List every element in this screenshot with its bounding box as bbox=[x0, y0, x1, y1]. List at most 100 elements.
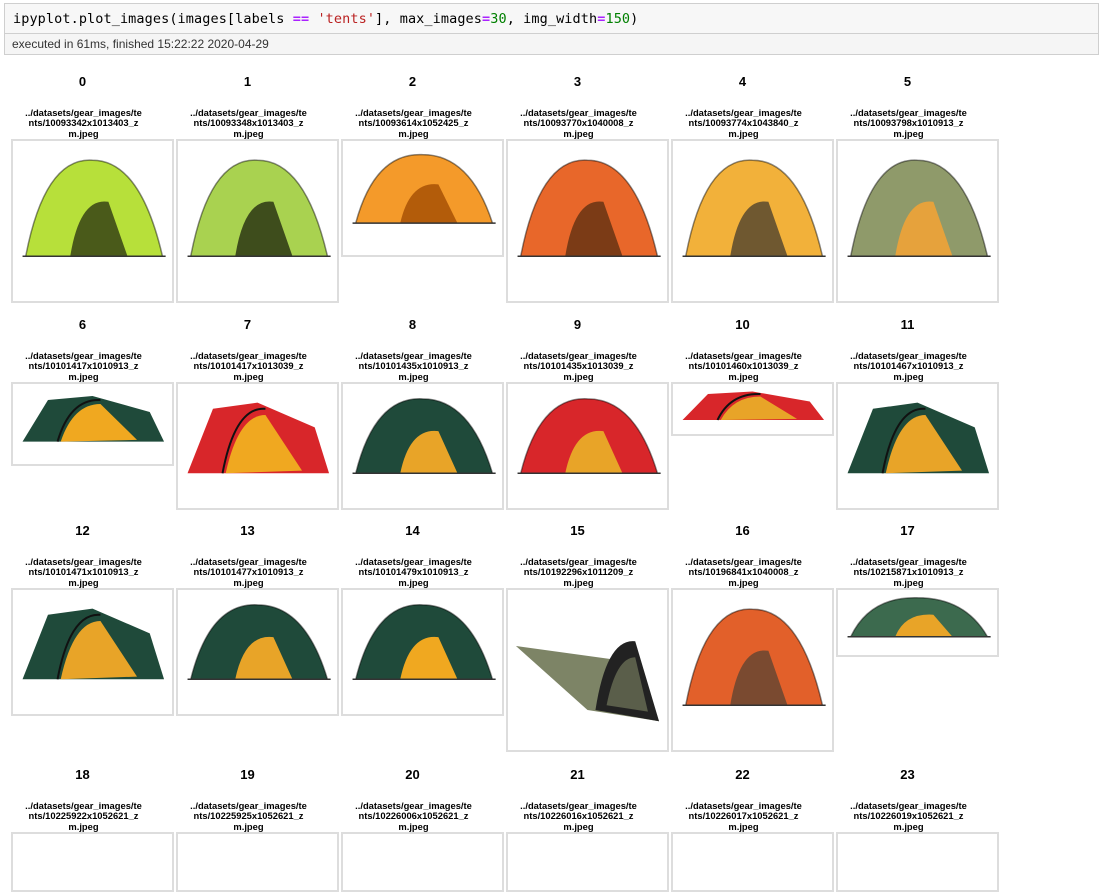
tent-photo bbox=[178, 834, 337, 890]
image-path-caption: ../datasets/gear_images/tents/10101435x1… bbox=[520, 350, 637, 382]
code-arg1: ], max_images bbox=[375, 11, 483, 27]
tent-photo bbox=[682, 608, 826, 706]
code-number-1: 30 bbox=[490, 11, 507, 27]
tent-photo bbox=[847, 597, 991, 638]
image-path-caption: ../datasets/gear_images/tents/10226016x1… bbox=[520, 800, 637, 832]
tent-photo bbox=[838, 834, 997, 890]
tent-image-red-dome bbox=[506, 382, 669, 510]
tent-photo bbox=[22, 608, 165, 680]
tent-image-green-tunnel bbox=[11, 382, 174, 466]
tent-photo bbox=[352, 604, 496, 681]
tent-photo bbox=[343, 834, 502, 890]
tent-image-orange-dome bbox=[341, 139, 504, 257]
tent-image-green-dome bbox=[176, 139, 339, 303]
image-index-label: 22 bbox=[735, 767, 750, 782]
tent-image-hidden bbox=[671, 832, 834, 892]
image-path-caption: ../datasets/gear_images/tents/10093614x1… bbox=[355, 107, 472, 139]
image-path-caption: ../datasets/gear_images/tents/10101417x1… bbox=[190, 350, 307, 382]
tent-image-yellow-dome bbox=[671, 139, 834, 303]
tent-photo bbox=[682, 159, 826, 257]
image-index-label: 2 bbox=[408, 74, 417, 89]
tent-photo bbox=[673, 834, 832, 890]
tent-image-hidden bbox=[506, 832, 669, 892]
image-path-caption: ../datasets/gear_images/tents/10101435x1… bbox=[355, 350, 472, 382]
execution-status-text: executed in 61ms, finished 15:22:22 2020… bbox=[12, 37, 269, 51]
tent-photo bbox=[22, 159, 166, 257]
image-path-caption: ../datasets/gear_images/tents/10101477x1… bbox=[190, 556, 307, 588]
tent-image-hidden bbox=[836, 832, 999, 892]
image-index-label: 6 bbox=[78, 317, 87, 332]
image-index-label: 14 bbox=[405, 523, 420, 538]
image-path-caption: ../datasets/gear_images/tents/10093798x1… bbox=[850, 107, 967, 139]
image-path-caption: ../datasets/gear_images/tents/10226019x1… bbox=[850, 800, 967, 832]
tent-image-orange-dome bbox=[671, 588, 834, 752]
tent-image-orange-dome bbox=[506, 139, 669, 303]
tent-photo bbox=[187, 159, 331, 257]
image-index-label: 18 bbox=[75, 767, 90, 782]
code-text[interactable]: ipyplot.plot_images(images[labels == 'te… bbox=[13, 11, 638, 27]
tent-photo bbox=[682, 391, 825, 421]
tent-photo bbox=[517, 398, 661, 475]
image-path-caption: ../datasets/gear_images/tents/10101471x1… bbox=[25, 556, 142, 588]
code-string: 'tents' bbox=[317, 11, 376, 27]
image-index-label: 11 bbox=[900, 317, 915, 332]
tent-photo bbox=[22, 396, 165, 442]
image-path-caption: ../datasets/gear_images/tents/10226006x1… bbox=[355, 800, 472, 832]
tent-image-green-dome bbox=[176, 588, 339, 716]
image-index-label: 20 bbox=[405, 767, 420, 782]
code-operator: == bbox=[292, 11, 310, 27]
image-path-caption: ../datasets/gear_images/tents/10101460x1… bbox=[685, 350, 802, 382]
image-index-label: 5 bbox=[903, 74, 912, 89]
image-index-label: 15 bbox=[570, 523, 585, 538]
image-index-label: 1 bbox=[243, 74, 252, 89]
tent-photo bbox=[352, 153, 496, 224]
tent-image-green-tunnel bbox=[11, 588, 174, 716]
image-path-caption: ../datasets/gear_images/tents/10093770x1… bbox=[520, 107, 637, 139]
tent-photo bbox=[13, 834, 172, 890]
image-path-caption: ../datasets/gear_images/tents/10215871x1… bbox=[850, 556, 967, 588]
tent-photo bbox=[352, 398, 496, 475]
image-index-label: 3 bbox=[573, 74, 582, 89]
tent-photo bbox=[847, 159, 991, 257]
tent-photo bbox=[187, 402, 330, 474]
tent-image-red-tunnel bbox=[176, 382, 339, 510]
tent-image-hidden bbox=[176, 832, 339, 892]
image-index-label: 16 bbox=[735, 523, 750, 538]
image-index-label: 23 bbox=[900, 767, 915, 782]
image-path-caption: ../datasets/gear_images/tents/10101417x1… bbox=[25, 350, 142, 382]
tent-image-hidden bbox=[341, 832, 504, 892]
tent-image-olive-dome bbox=[836, 139, 999, 303]
tent-image-green-dome bbox=[11, 139, 174, 303]
image-path-caption: ../datasets/gear_images/tents/10093774x1… bbox=[685, 107, 802, 139]
tent-photo bbox=[508, 834, 667, 890]
image-index-label: 8 bbox=[408, 317, 417, 332]
tent-image-green-dome bbox=[341, 382, 504, 510]
image-path-caption: ../datasets/gear_images/tents/10226017x1… bbox=[685, 800, 802, 832]
image-index-label: 9 bbox=[573, 317, 582, 332]
image-path-caption: ../datasets/gear_images/tents/10101467x1… bbox=[850, 350, 967, 382]
tent-image-green-tunnel bbox=[836, 382, 999, 510]
tent-photo bbox=[847, 402, 990, 474]
tent-image-green-dome bbox=[341, 588, 504, 716]
code-arg2: , img_width bbox=[506, 11, 598, 27]
image-index-label: 0 bbox=[78, 74, 87, 89]
image-path-caption: ../datasets/gear_images/tents/10101479x1… bbox=[355, 556, 472, 588]
code-number-2: 150 bbox=[605, 11, 631, 27]
tent-photo bbox=[187, 604, 331, 681]
image-path-caption: ../datasets/gear_images/tents/10225922x1… bbox=[25, 800, 142, 832]
code-prefix: ipyplot.plot_images(images[labels bbox=[13, 11, 293, 27]
image-path-caption: ../datasets/gear_images/tents/10093348x1… bbox=[190, 107, 307, 139]
tent-image-red-tunnel bbox=[671, 382, 834, 436]
tent-image-green-dome bbox=[836, 588, 999, 657]
image-index-label: 7 bbox=[243, 317, 252, 332]
image-path-caption: ../datasets/gear_images/tents/10225925x1… bbox=[190, 800, 307, 832]
image-index-label: 17 bbox=[900, 523, 915, 538]
image-index-label: 13 bbox=[240, 523, 255, 538]
code-equals-1: = bbox=[482, 11, 491, 27]
image-index-label: 4 bbox=[738, 74, 747, 89]
code-cell-input[interactable]: ipyplot.plot_images(images[labels == 'te… bbox=[4, 3, 1099, 34]
image-path-caption: ../datasets/gear_images/tents/10196841x1… bbox=[685, 556, 802, 588]
tent-photo bbox=[517, 159, 661, 257]
image-index-label: 10 bbox=[735, 317, 750, 332]
image-index-label: 19 bbox=[240, 767, 255, 782]
